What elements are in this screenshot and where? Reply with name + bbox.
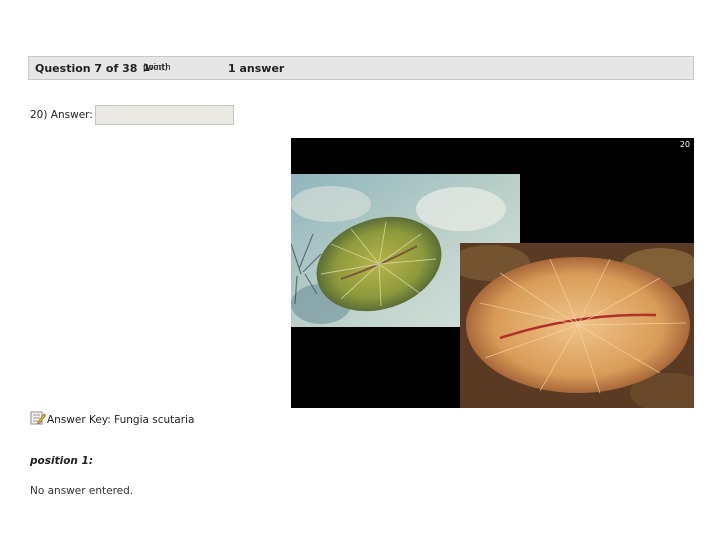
no-answer-status: No answer entered. [30, 485, 134, 497]
question-counter: Question 7 of 38 [35, 62, 138, 75]
position-label: position 1: [30, 455, 94, 467]
coral-photo-orange [460, 243, 694, 408]
edit-note-icon [30, 410, 47, 426]
question-header-bar: Question 7 of 38 (worth 1 point) 1 answe… [28, 56, 694, 80]
answer-key-label: Answer Key: Fungia scutaria [47, 414, 195, 426]
answer-label: 20) Answer: [30, 109, 93, 121]
figure-number: 20 [679, 140, 690, 149]
answer-input[interactable] [95, 105, 234, 125]
worth-suffix: point) [143, 63, 168, 73]
answer-count: 1 answer [228, 62, 285, 75]
coral-figure: 20 [291, 138, 694, 408]
